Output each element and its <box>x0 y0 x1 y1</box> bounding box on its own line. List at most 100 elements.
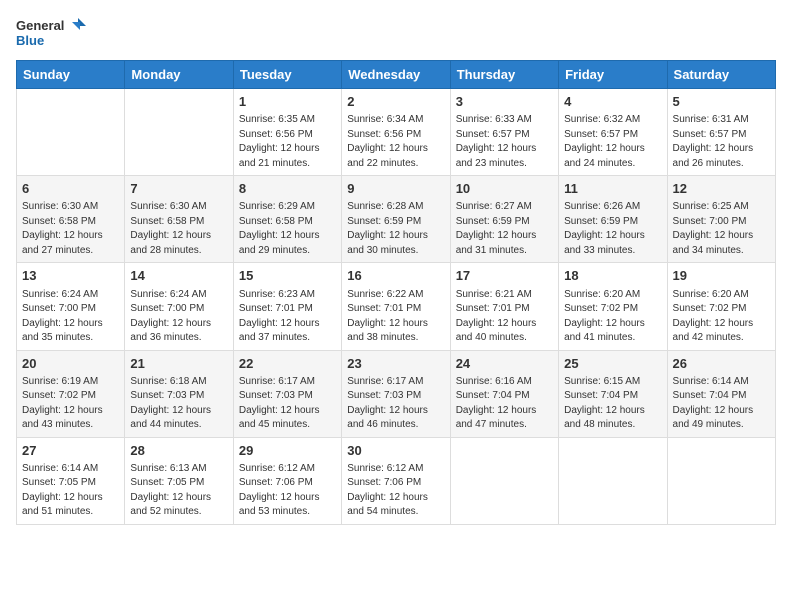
day-info: Sunrise: 6:31 AM Sunset: 6:57 PM Dayligh… <box>673 113 770 171</box>
day-info: Sunrise: 6:27 AM Sunset: 6:59 PM Dayligh… <box>456 200 553 258</box>
day-number: 21 <box>130 355 227 373</box>
calendar-header-row: SundayMondayTuesdayWednesdayThursdayFrid… <box>17 61 776 89</box>
header: General Blue <box>16 16 776 52</box>
day-number: 10 <box>456 180 553 198</box>
day-info: Sunrise: 6:13 AM Sunset: 7:05 PM Dayligh… <box>130 462 227 520</box>
calendar-cell: 7 Sunrise: 6:30 AM Sunset: 6:58 PM Daylig… <box>125 176 233 263</box>
day-info: Sunrise: 6:17 AM Sunset: 7:03 PM Dayligh… <box>239 375 336 433</box>
day-info: Sunrise: 6:14 AM Sunset: 7:04 PM Dayligh… <box>673 375 770 433</box>
calendar-cell: 13 Sunrise: 6:24 AM Sunset: 7:00 PM Dayli… <box>17 263 125 350</box>
day-info: Sunrise: 6:15 AM Sunset: 7:04 PM Dayligh… <box>564 375 661 433</box>
day-info: Sunrise: 6:17 AM Sunset: 7:03 PM Dayligh… <box>347 375 444 433</box>
day-number: 19 <box>673 267 770 285</box>
calendar-cell <box>667 437 775 524</box>
day-info: Sunrise: 6:22 AM Sunset: 7:01 PM Dayligh… <box>347 288 444 346</box>
calendar-cell: 28Sunrise: 6:13 AM Sunset: 7:05 PM Dayli… <box>125 437 233 524</box>
day-number: 16 <box>347 267 444 285</box>
svg-text:Blue: Blue <box>16 33 44 48</box>
calendar-cell: 30 Sunrise: 6:12 AM Sunset: 7:06 PM Dayli… <box>342 437 450 524</box>
calendar-cell <box>125 89 233 176</box>
day-info: Sunrise: 6:14 AM Sunset: 7:05 PM Dayligh… <box>22 462 119 520</box>
day-info: Sunrise: 6:21 AM Sunset: 7:01 PM Dayligh… <box>456 288 553 346</box>
calendar-cell: 14 Sunrise: 6:24 AM Sunset: 7:00 PM Dayli… <box>125 263 233 350</box>
calendar-cell: 2Sunrise: 6:34 AM Sunset: 6:56 PM Daylig… <box>342 89 450 176</box>
day-number: 4 <box>564 93 661 111</box>
svg-text:General: General <box>16 18 64 33</box>
calendar-cell: 8 Sunrise: 6:29 AM Sunset: 6:58 PM Daylig… <box>233 176 341 263</box>
day-number: 11 <box>564 180 661 198</box>
day-number: 25 <box>564 355 661 373</box>
calendar-cell: 18 Sunrise: 6:20 AM Sunset: 7:02 PM Dayli… <box>559 263 667 350</box>
column-header-tuesday: Tuesday <box>233 61 341 89</box>
column-header-wednesday: Wednesday <box>342 61 450 89</box>
calendar-cell: 26 Sunrise: 6:14 AM Sunset: 7:04 PM Dayli… <box>667 350 775 437</box>
logo-svg: General Blue <box>16 16 86 52</box>
day-info: Sunrise: 6:32 AM Sunset: 6:57 PM Dayligh… <box>564 113 661 171</box>
column-header-saturday: Saturday <box>667 61 775 89</box>
calendar-cell: 5Sunrise: 6:31 AM Sunset: 6:57 PM Daylig… <box>667 89 775 176</box>
day-number: 24 <box>456 355 553 373</box>
day-info: Sunrise: 6:16 AM Sunset: 7:04 PM Dayligh… <box>456 375 553 433</box>
calendar-cell <box>17 89 125 176</box>
calendar-cell: 1 Sunrise: 6:35 AM Sunset: 6:56 PM Daylig… <box>233 89 341 176</box>
day-number: 26 <box>673 355 770 373</box>
day-info: Sunrise: 6:35 AM Sunset: 6:56 PM Dayligh… <box>239 113 336 171</box>
calendar-week-row: 27Sunrise: 6:14 AM Sunset: 7:05 PM Dayli… <box>17 437 776 524</box>
day-info: Sunrise: 6:12 AM Sunset: 7:06 PM Dayligh… <box>347 462 444 520</box>
calendar-cell: 9 Sunrise: 6:28 AM Sunset: 6:59 PM Daylig… <box>342 176 450 263</box>
calendar-cell: 11 Sunrise: 6:26 AM Sunset: 6:59 PM Dayli… <box>559 176 667 263</box>
day-info: Sunrise: 6:30 AM Sunset: 6:58 PM Dayligh… <box>22 200 119 258</box>
day-number: 15 <box>239 267 336 285</box>
calendar-cell: 23Sunrise: 6:17 AM Sunset: 7:03 PM Dayli… <box>342 350 450 437</box>
calendar-week-row: 6 Sunrise: 6:30 AM Sunset: 6:58 PM Daylig… <box>17 176 776 263</box>
day-info: Sunrise: 6:30 AM Sunset: 6:58 PM Dayligh… <box>130 200 227 258</box>
day-info: Sunrise: 6:25 AM Sunset: 7:00 PM Dayligh… <box>673 200 770 258</box>
calendar-cell: 19 Sunrise: 6:20 AM Sunset: 7:02 PM Dayli… <box>667 263 775 350</box>
day-info: Sunrise: 6:24 AM Sunset: 7:00 PM Dayligh… <box>22 288 119 346</box>
day-info: Sunrise: 6:29 AM Sunset: 6:58 PM Dayligh… <box>239 200 336 258</box>
calendar-week-row: 20 Sunrise: 6:19 AM Sunset: 7:02 PM Dayli… <box>17 350 776 437</box>
logo: General Blue <box>16 16 86 52</box>
column-header-monday: Monday <box>125 61 233 89</box>
day-number: 9 <box>347 180 444 198</box>
day-number: 22 <box>239 355 336 373</box>
calendar-cell: 12 Sunrise: 6:25 AM Sunset: 7:00 PM Dayli… <box>667 176 775 263</box>
day-info: Sunrise: 6:33 AM Sunset: 6:57 PM Dayligh… <box>456 113 553 171</box>
day-number: 12 <box>673 180 770 198</box>
calendar-cell: 20 Sunrise: 6:19 AM Sunset: 7:02 PM Dayli… <box>17 350 125 437</box>
day-info: Sunrise: 6:26 AM Sunset: 6:59 PM Dayligh… <box>564 200 661 258</box>
calendar-cell: 17Sunrise: 6:21 AM Sunset: 7:01 PM Dayli… <box>450 263 558 350</box>
day-number: 18 <box>564 267 661 285</box>
day-number: 14 <box>130 267 227 285</box>
day-info: Sunrise: 6:24 AM Sunset: 7:00 PM Dayligh… <box>130 288 227 346</box>
column-header-sunday: Sunday <box>17 61 125 89</box>
calendar-cell: 25 Sunrise: 6:15 AM Sunset: 7:04 PM Dayli… <box>559 350 667 437</box>
day-number: 7 <box>130 180 227 198</box>
calendar-cell: 22 Sunrise: 6:17 AM Sunset: 7:03 PM Dayli… <box>233 350 341 437</box>
day-number: 20 <box>22 355 119 373</box>
day-number: 29 <box>239 442 336 460</box>
day-info: Sunrise: 6:19 AM Sunset: 7:02 PM Dayligh… <box>22 375 119 433</box>
calendar-table: SundayMondayTuesdayWednesdayThursdayFrid… <box>16 60 776 525</box>
calendar-cell: 29 Sunrise: 6:12 AM Sunset: 7:06 PM Dayli… <box>233 437 341 524</box>
day-number: 6 <box>22 180 119 198</box>
day-number: 1 <box>239 93 336 111</box>
day-info: Sunrise: 6:12 AM Sunset: 7:06 PM Dayligh… <box>239 462 336 520</box>
day-number: 13 <box>22 267 119 285</box>
calendar-cell: 24 Sunrise: 6:16 AM Sunset: 7:04 PM Dayli… <box>450 350 558 437</box>
calendar-cell: 27Sunrise: 6:14 AM Sunset: 7:05 PM Dayli… <box>17 437 125 524</box>
calendar-cell: 15 Sunrise: 6:23 AM Sunset: 7:01 PM Dayli… <box>233 263 341 350</box>
day-number: 30 <box>347 442 444 460</box>
column-header-friday: Friday <box>559 61 667 89</box>
calendar-cell <box>559 437 667 524</box>
calendar-cell: 10 Sunrise: 6:27 AM Sunset: 6:59 PM Dayli… <box>450 176 558 263</box>
day-info: Sunrise: 6:20 AM Sunset: 7:02 PM Dayligh… <box>564 288 661 346</box>
calendar-cell: 21Sunrise: 6:18 AM Sunset: 7:03 PM Dayli… <box>125 350 233 437</box>
calendar-cell: 4 Sunrise: 6:32 AM Sunset: 6:57 PM Daylig… <box>559 89 667 176</box>
day-info: Sunrise: 6:34 AM Sunset: 6:56 PM Dayligh… <box>347 113 444 171</box>
day-info: Sunrise: 6:23 AM Sunset: 7:01 PM Dayligh… <box>239 288 336 346</box>
day-info: Sunrise: 6:28 AM Sunset: 6:59 PM Dayligh… <box>347 200 444 258</box>
day-number: 8 <box>239 180 336 198</box>
day-info: Sunrise: 6:20 AM Sunset: 7:02 PM Dayligh… <box>673 288 770 346</box>
day-number: 3 <box>456 93 553 111</box>
